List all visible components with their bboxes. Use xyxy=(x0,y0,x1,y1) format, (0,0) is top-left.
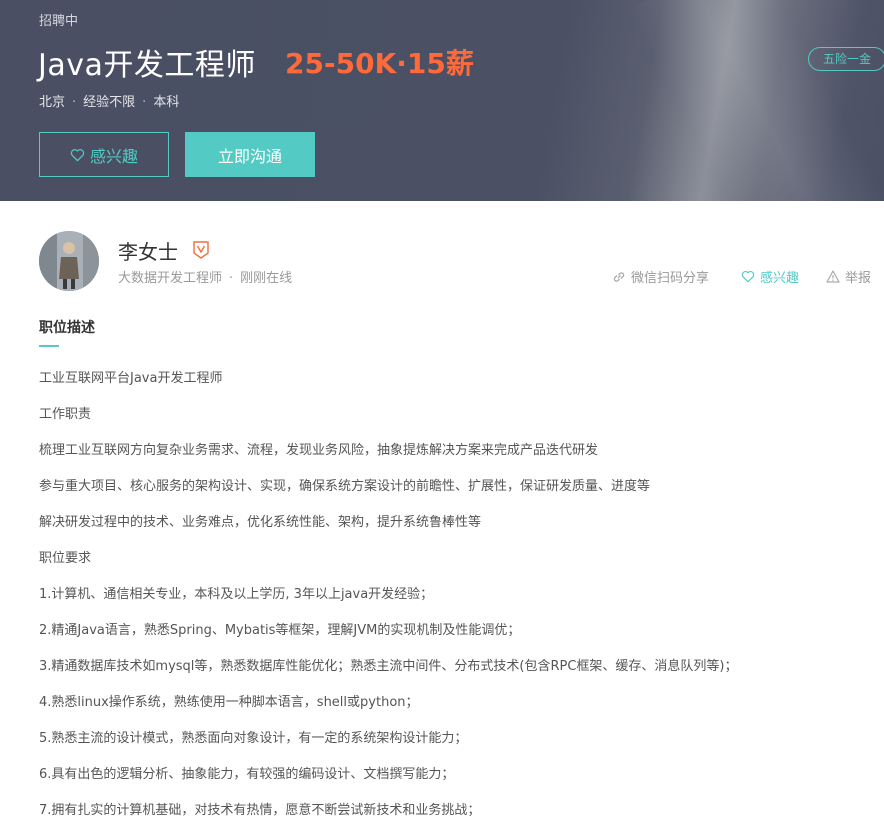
recruiter-title: 大数据开发工程师 · 刚刚在线 xyxy=(118,267,292,286)
description-line: 梳理工业互联网方向复杂业务需求、流程，发现业务风险，抽象提炼解决方案来完成产品迭… xyxy=(39,443,599,458)
job-title: Java开发工程师 xyxy=(38,48,256,83)
title-separator: · xyxy=(229,271,234,286)
favorite-link[interactable]: 感兴趣 xyxy=(741,267,799,286)
description-line: 6.具有出色的逻辑分析、抽象能力，有较强的编码设计、文档撰写能力； xyxy=(39,767,455,782)
wechat-share-link[interactable]: 微信扫码分享 xyxy=(612,267,709,286)
description-line: 参与重大项目、核心服务的架构设计、实现，确保系统方案设计的前瞻性、扩展性，保证研… xyxy=(39,479,651,494)
section-underline xyxy=(39,345,59,347)
description-line: 工作职责 xyxy=(39,407,92,422)
job-salary: 25-50K·15薪 xyxy=(285,47,474,80)
meta-separator: · xyxy=(142,95,147,110)
recruiter-avatar xyxy=(39,231,99,291)
favorite-label: 感兴趣 xyxy=(760,271,800,286)
link-icon xyxy=(613,271,625,282)
warning-triangle-icon xyxy=(826,270,840,283)
description-line: 1.计算机、通信相关专业，本科及以上学历, 3年以上java开发经验； xyxy=(39,587,434,602)
description-line: 3.精通数据库技术如mysql等，熟悉数据库性能优化；熟悉主流中间件、分布式技术… xyxy=(39,659,738,674)
job-experience: 经验不限 xyxy=(83,95,136,110)
report-link[interactable]: 举报 xyxy=(826,267,871,286)
interest-button-label: 感兴趣 xyxy=(89,146,138,166)
description-line: 2.精通Java语言，熟悉Spring、Mybatis等框架，理解JVM的实现机… xyxy=(39,623,521,638)
chat-now-button-label: 立即沟通 xyxy=(217,146,282,166)
wechat-share-label: 微信扫码分享 xyxy=(631,271,710,286)
description-line: 4.熟悉linux操作系统，熟练使用一种脚本语言，shell或python； xyxy=(39,695,419,710)
job-education: 本科 xyxy=(153,95,180,110)
report-label: 举报 xyxy=(845,271,872,286)
job-header-banner: 招聘中 Java开发工程师 25-50K·15薪 五险一金 北京 · 经验不限 · 本科… xyxy=(0,0,884,201)
heart-outline-icon xyxy=(741,270,755,283)
v-badge-icon xyxy=(193,241,209,259)
meta-separator: · xyxy=(72,95,77,110)
recruiter-position: 大数据开发工程师 xyxy=(118,271,223,286)
description-line: 工业互联网平台Java开发工程师 xyxy=(39,371,223,386)
job-meta: 北京 · 经验不限 · 本科 xyxy=(39,91,179,110)
description-line: 5.熟悉主流的设计模式，熟悉面向对象设计，有一定的系统架构设计能力； xyxy=(39,731,468,746)
chat-now-button[interactable]: 立即沟通 xyxy=(185,132,315,177)
interest-button[interactable]: 感兴趣 xyxy=(39,132,169,177)
recruiter-online-status: 刚刚在线 xyxy=(240,271,293,286)
heart-outline-icon xyxy=(70,148,85,161)
section-title-job-description: 职位描述 xyxy=(39,320,95,336)
description-line: 职位要求 xyxy=(39,551,92,566)
avatar-photo xyxy=(39,231,99,291)
benefit-badge: 五险一金 xyxy=(808,47,884,71)
job-status: 招聘中 xyxy=(39,14,79,29)
description-line: 解决研发过程中的技术、业务难点，优化系统性能、架构，提升系统鲁棒性等 xyxy=(39,515,482,530)
job-location: 北京 xyxy=(39,95,66,110)
job-description-body: 工业互联网平台Java开发工程师 工作职责 梳理工业互联网方向复杂业务需求、流程… xyxy=(39,370,859,834)
recruiter-name: 李女士 xyxy=(118,240,178,264)
banner-sheen xyxy=(627,0,884,201)
description-line: 7.拥有扎实的计算机基础，对技术有热情，愿意不断尝试新技术和业务挑战； xyxy=(39,803,481,818)
